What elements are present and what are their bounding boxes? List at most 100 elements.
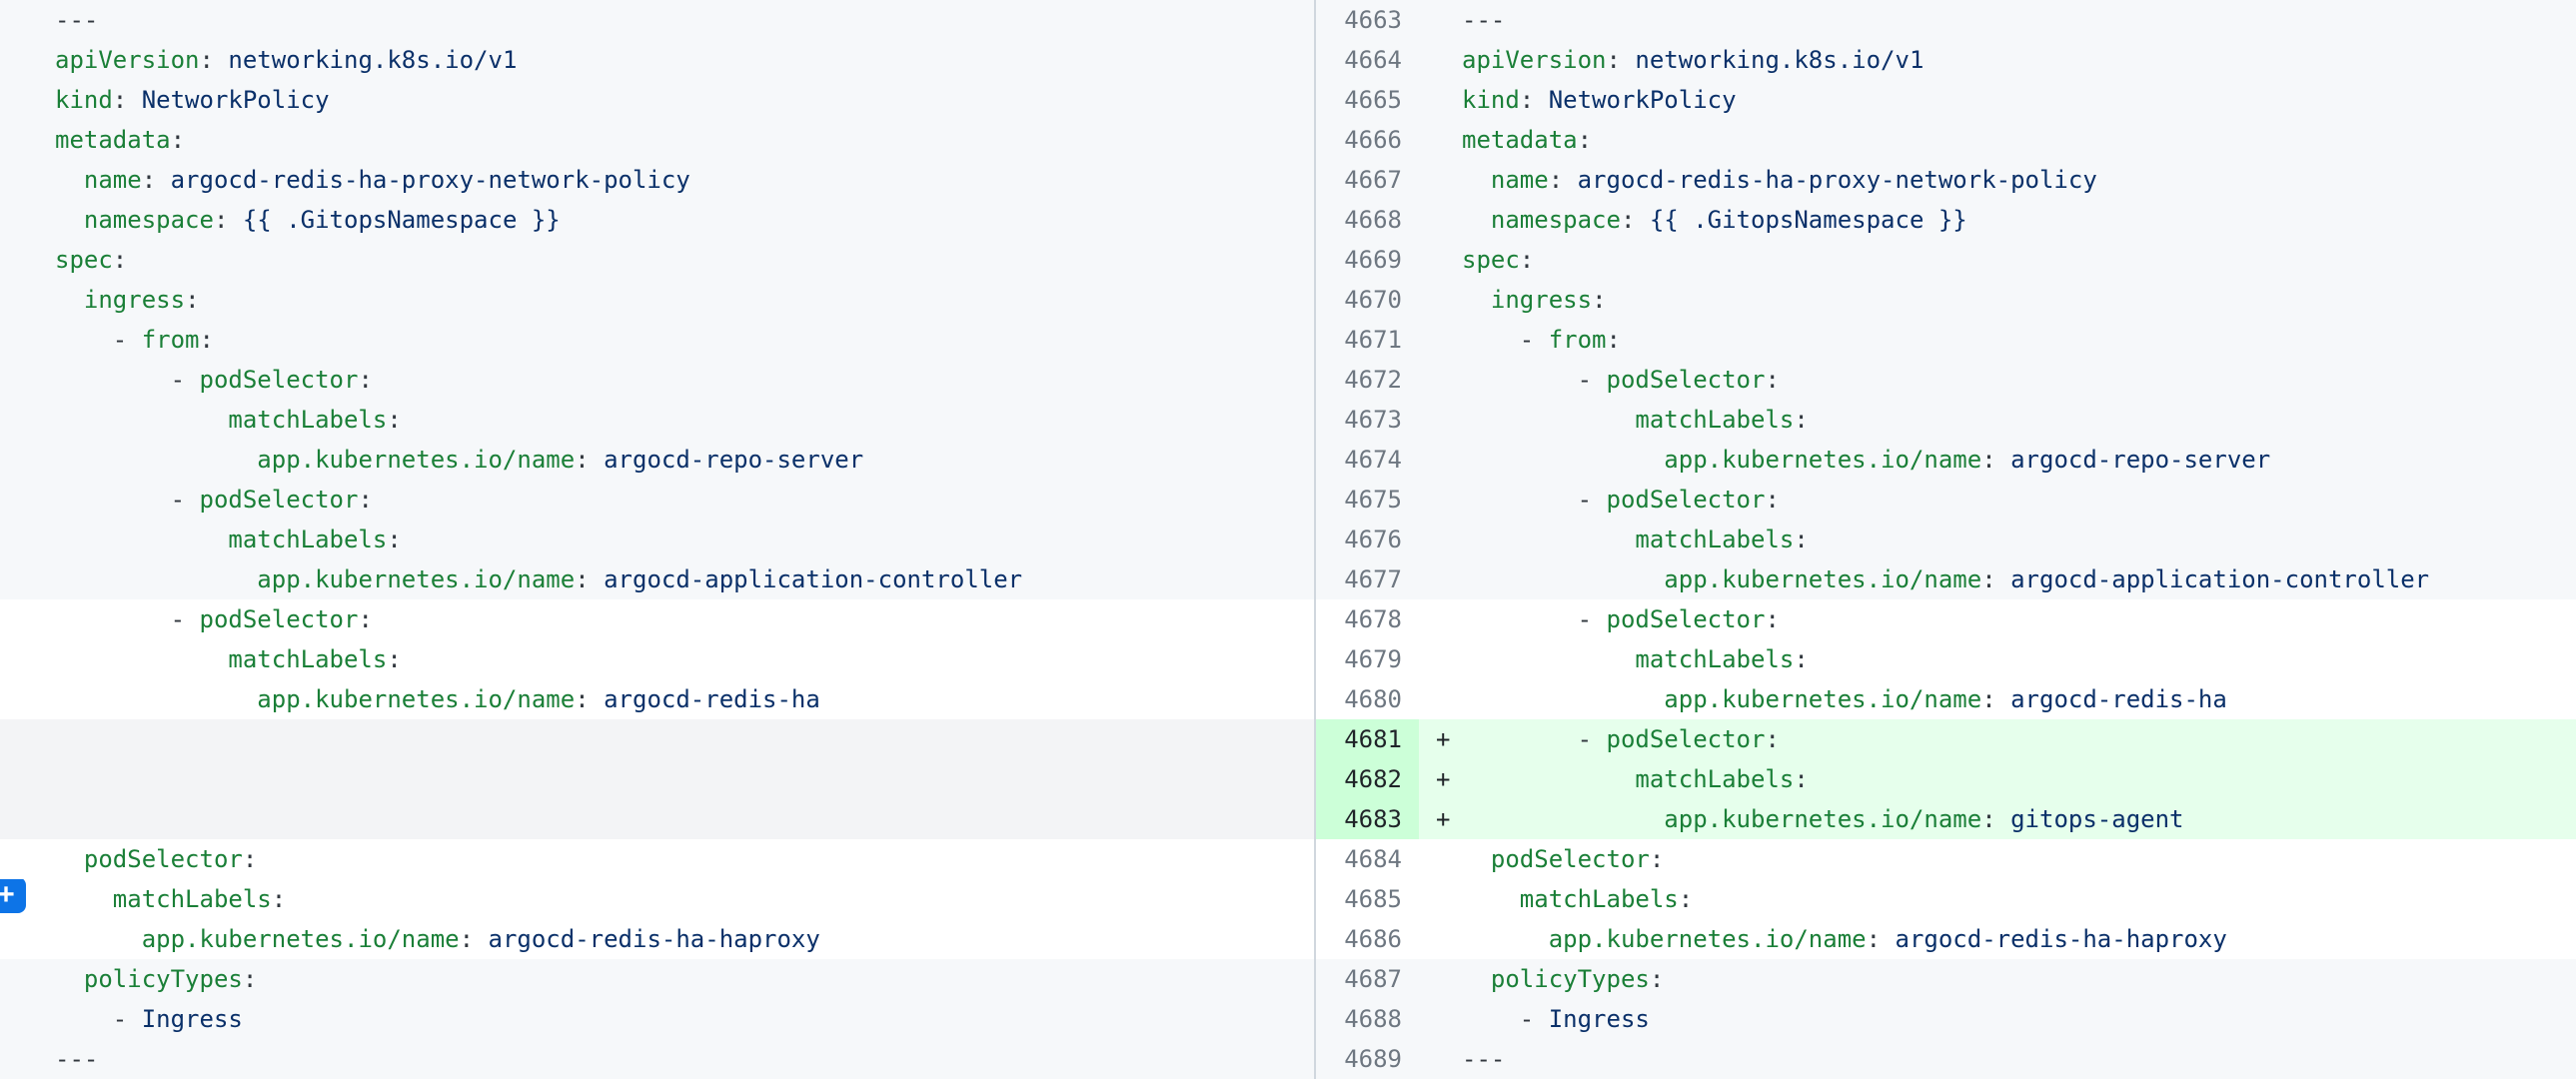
old-code-cell: - podSelector:	[0, 360, 1314, 400]
code-token-pun: :	[243, 965, 257, 993]
old-code-cell: ingress:	[0, 280, 1314, 320]
diff-row: matchLabels:4676 matchLabels:	[0, 520, 2576, 559]
code-token-val: argocd-redis-ha-proxy-network-policy	[1578, 166, 2097, 194]
code-token-pun: -	[1462, 605, 1607, 633]
diff-row: metadata:4666metadata:	[0, 120, 2576, 160]
diff-row: policyTypes:4687 policyTypes:	[0, 959, 2576, 999]
new-line-number[interactable]: 4683	[1314, 799, 1419, 839]
diff-row: matchLabels:4673 matchLabels:	[0, 400, 2576, 440]
new-code-cell: kind: NetworkPolicy	[1419, 80, 2576, 120]
new-code-cell: spec:	[1419, 240, 2576, 280]
new-line-number[interactable]: 4677	[1314, 559, 1419, 599]
new-line-number[interactable]: 4670	[1314, 280, 1419, 320]
old-code-cell: metadata:	[0, 120, 1314, 160]
code-token-pun: :	[214, 206, 243, 234]
new-code-cell: + app.kubernetes.io/name: gitops-agent	[1419, 799, 2576, 839]
diff-row: - Ingress4688 - Ingress	[0, 999, 2576, 1039]
new-line-number[interactable]: 4685	[1314, 879, 1419, 919]
code-token-pun	[55, 526, 228, 553]
code-token-pun	[1462, 685, 1664, 713]
new-code-cell: apiVersion: networking.k8s.io/v1	[1419, 40, 2576, 80]
new-line-number[interactable]: 4665	[1314, 80, 1419, 120]
code-token-key: from	[1549, 326, 1607, 354]
new-code-cell: - podSelector:	[1419, 360, 2576, 400]
code-token-pun: :	[1794, 765, 1808, 793]
code-token-pun: :	[358, 366, 372, 394]
code-token-key: policyTypes	[84, 965, 243, 993]
new-line-number[interactable]: 4673	[1314, 400, 1419, 440]
code-token-key: metadata	[1462, 126, 1578, 154]
new-code-cell: policyTypes:	[1419, 959, 2576, 999]
code-token-key: matchLabels	[228, 645, 387, 673]
code-token-key: app.kubernetes.io/name	[1664, 565, 1981, 593]
code-token-val: argocd-redis-ha	[2010, 685, 2227, 713]
code-token-pun	[55, 925, 142, 953]
code-token-pun: :	[1520, 86, 1549, 114]
new-line-number[interactable]: 4687	[1314, 959, 1419, 999]
new-line-number[interactable]: 4668	[1314, 200, 1419, 240]
code-token-pun	[1462, 446, 1664, 474]
old-code-cell: name: argocd-redis-ha-proxy-network-poli…	[0, 160, 1314, 200]
code-token-key: app.kubernetes.io/name	[1664, 805, 1981, 833]
addition-marker: +	[1436, 719, 1450, 759]
new-line-number[interactable]: 4669	[1314, 240, 1419, 280]
code-token-pun: ---	[55, 1045, 98, 1073]
new-line-number[interactable]: 4684	[1314, 839, 1419, 879]
new-line-number[interactable]: 4663	[1314, 0, 1419, 40]
new-line-number[interactable]: 4682	[1314, 759, 1419, 799]
diff-row: 4683+ app.kubernetes.io/name: gitops-age…	[0, 799, 2576, 839]
new-line-number[interactable]: 4672	[1314, 360, 1419, 400]
code-token-key: matchLabels	[1635, 406, 1794, 434]
code-token-pun: :	[1794, 526, 1808, 553]
new-line-number[interactable]: 4681	[1314, 719, 1419, 759]
code-token-key: app.kubernetes.io/name	[142, 925, 460, 953]
new-line-number[interactable]: 4675	[1314, 480, 1419, 520]
diff-row: app.kubernetes.io/name: argocd-redis-ha4…	[0, 679, 2576, 719]
new-line-number[interactable]: 4686	[1314, 919, 1419, 959]
new-line-number[interactable]: 4688	[1314, 999, 1419, 1039]
new-code-cell: ---	[1419, 1039, 2576, 1079]
code-token-pun	[55, 206, 84, 234]
old-code-empty-cell	[0, 759, 1314, 799]
new-code-cell: ingress:	[1419, 280, 2576, 320]
diff-row: ingress:4670 ingress:	[0, 280, 2576, 320]
code-token-pun: :	[1765, 486, 1779, 514]
code-token-pun: :	[1765, 366, 1779, 394]
code-token-pun: -	[1462, 725, 1607, 753]
diff-row: - from:4671 - from:	[0, 320, 2576, 360]
new-code-cell: matchLabels:	[1419, 879, 2576, 919]
new-line-number[interactable]: 4689	[1314, 1039, 1419, 1079]
code-token-pun	[1462, 645, 1635, 673]
old-code-cell: - podSelector:	[0, 599, 1314, 639]
addition-marker: +	[1436, 799, 1450, 839]
code-token-key: app.kubernetes.io/name	[257, 446, 575, 474]
code-token-pun: :	[200, 46, 229, 74]
new-line-number[interactable]: 4674	[1314, 440, 1419, 480]
new-line-number[interactable]: 4667	[1314, 160, 1419, 200]
code-token-key: name	[84, 166, 142, 194]
new-line-number[interactable]: 4664	[1314, 40, 1419, 80]
new-line-number[interactable]: 4679	[1314, 639, 1419, 679]
code-token-pun: :	[387, 526, 401, 553]
code-token-key: spec	[1462, 246, 1520, 274]
code-token-key: spec	[55, 246, 113, 274]
code-token-key: podSelector	[1607, 366, 1766, 394]
code-token-pun: :	[1794, 645, 1808, 673]
code-token-pun	[1462, 406, 1635, 434]
old-code-empty-cell	[0, 719, 1314, 759]
code-token-pun: :	[1765, 605, 1779, 633]
new-code-cell: app.kubernetes.io/name: argocd-repo-serv…	[1419, 440, 2576, 480]
new-code-cell: name: argocd-redis-ha-proxy-network-poli…	[1419, 160, 2576, 200]
new-line-number[interactable]: 4676	[1314, 520, 1419, 559]
code-token-pun: :	[575, 685, 604, 713]
new-line-number[interactable]: 4680	[1314, 679, 1419, 719]
new-line-number[interactable]: 4678	[1314, 599, 1419, 639]
old-code-cell: policyTypes:	[0, 959, 1314, 999]
new-code-cell: + matchLabels:	[1419, 759, 2576, 799]
add-comment-button[interactable]: +	[0, 879, 26, 913]
code-token-key: app.kubernetes.io/name	[1664, 446, 1981, 474]
code-token-val: gitops-agent	[2010, 805, 2183, 833]
new-line-number[interactable]: 4671	[1314, 320, 1419, 360]
old-code-cell: app.kubernetes.io/name: argocd-repo-serv…	[0, 440, 1314, 480]
new-line-number[interactable]: 4666	[1314, 120, 1419, 160]
